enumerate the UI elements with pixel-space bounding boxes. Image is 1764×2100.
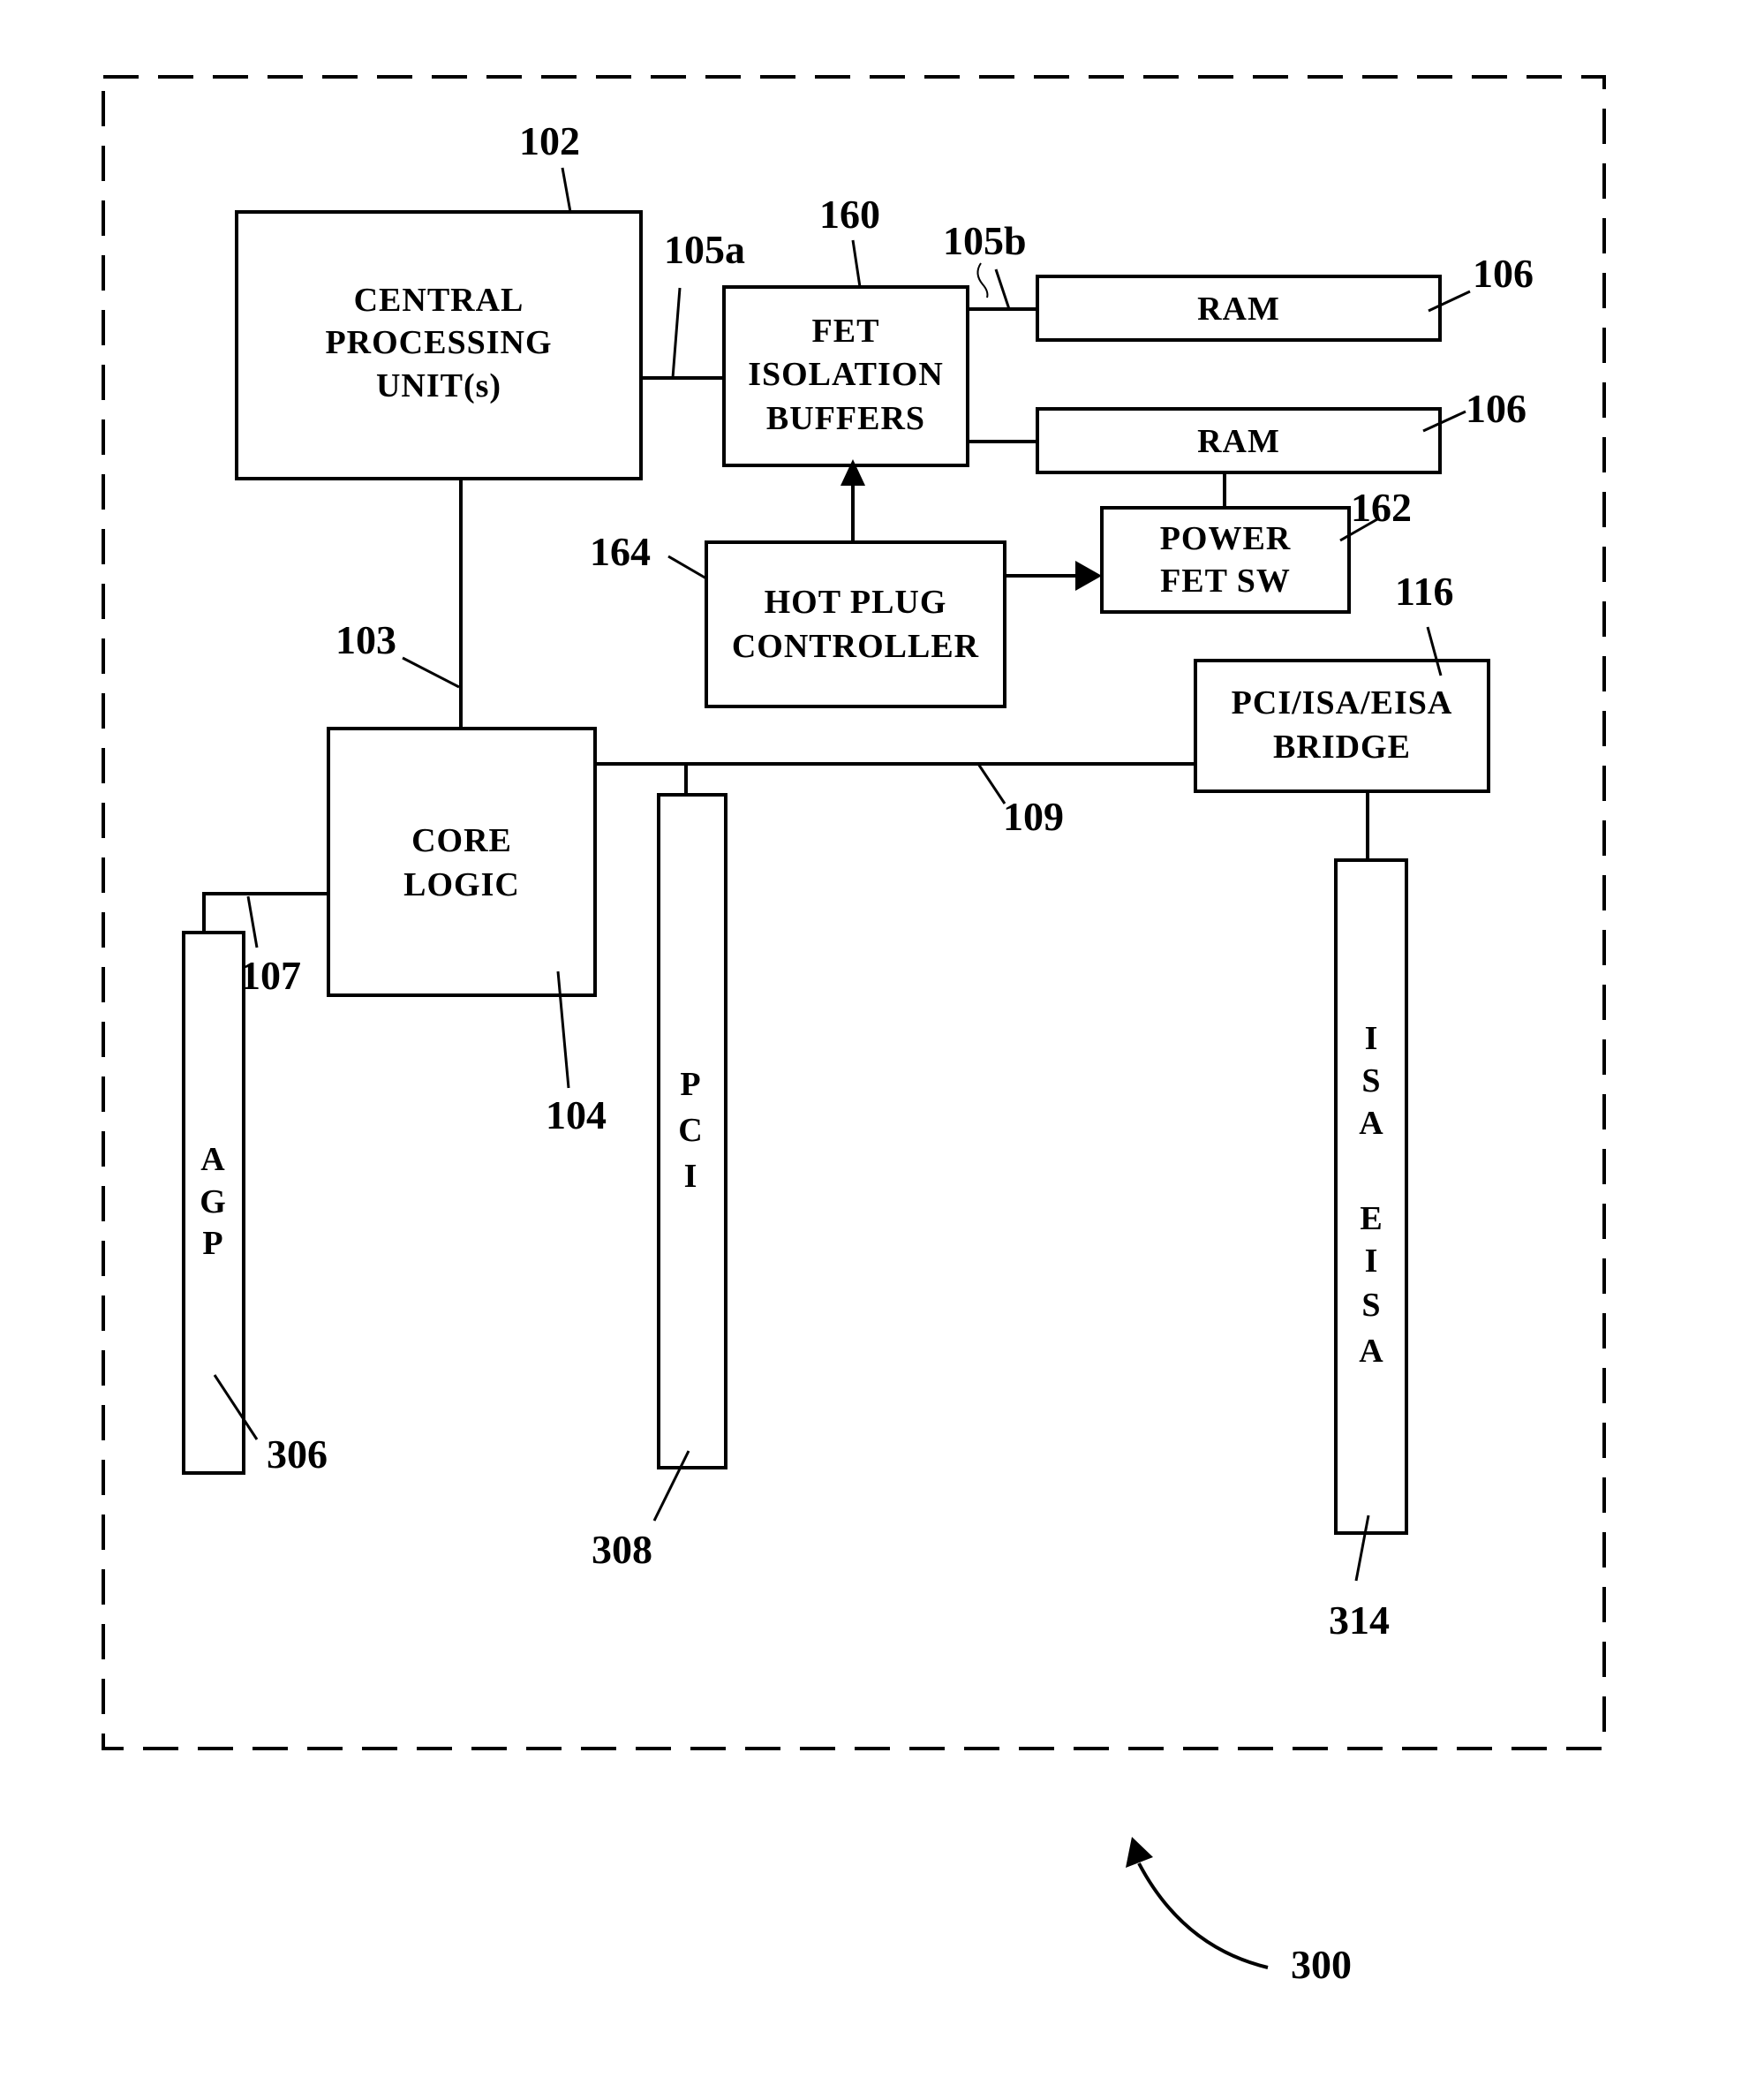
cpu-leader [561,167,572,213]
host-bus-a-leader [671,287,682,379]
isa-slot-letter-3: A [1359,1105,1383,1142]
ram2-ref: 106 [1466,386,1527,431]
isa-slot-letter-2: S [1361,1062,1380,1099]
host-bus-b-squiggle [976,262,989,298]
isa-slot-letter-8: A [1359,1333,1383,1370]
bridge-label-line1: PCI/ISA/EISA [1232,684,1453,721]
cpu-label-line1: CENTRAL [354,282,524,319]
fet-leader [851,239,862,288]
isa-slot-letter-1: I [1365,1020,1378,1057]
power-fet-label-line2: FET SW [1160,563,1291,600]
hot-plug-controller-block: HOT PLUG CONTROLLER [705,540,1006,708]
ram-block-1: RAM [1036,275,1442,342]
core-logic-block: CORE LOGIC [327,727,597,997]
host-bus-b-leader [994,268,1011,310]
pci-bus-leader [976,763,1006,804]
fet-label-line2: ISOLATION [748,356,944,393]
pci-bus-ref: 109 [1003,794,1064,839]
cpu-block: CENTRAL PROCESSING UNIT(s) [235,210,643,480]
agp-bus [202,892,328,933]
pci-slot: P C I [657,793,727,1469]
isa-slot-letter-6: I [1365,1243,1378,1280]
ram1-ref: 106 [1473,251,1534,296]
agp-bus-ref: 107 [240,953,301,998]
agp-slot-letter-2: G [200,1183,226,1220]
cpu-ref: 102 [519,118,580,163]
cpu-label-line2: PROCESSING [325,324,552,361]
fet-label-line1: FET [812,313,880,350]
host-bus-b-ref: 105b [943,218,1027,263]
host-bus-a-ref: 105a [664,227,745,272]
core-logic-ref: 104 [546,1092,607,1137]
isa-slot-letter-7: S [1361,1287,1380,1324]
pci-slot-letter-3: I [684,1158,697,1195]
fet-ref: 160 [819,192,880,237]
cpu-core-bus-leader [402,656,460,689]
pci-slot-letter-2: C [678,1112,702,1149]
isa-slot-ref: 314 [1329,1598,1390,1643]
power-fet-label-line1: POWER [1160,520,1292,557]
agp-slot: A G P [182,931,245,1475]
cpu-core-bus-ref: 103 [335,617,396,662]
hot-plug-ref: 164 [590,529,651,574]
power-fet-ref: 162 [1351,485,1412,530]
pci-slot-ref: 308 [592,1527,652,1572]
arrow-right-icon [1075,561,1102,591]
isa-slot-letter-5: E [1360,1200,1382,1237]
figure-ref: 300 [1291,1942,1352,1987]
hot-plug-label-line1: HOT PLUG [765,584,947,621]
bridge-label-line2: BRIDGE [1273,729,1411,766]
agp-slot-letter-3: P [202,1225,222,1262]
fet-isolation-buffers-block: FET ISOLATION BUFFERS [722,285,969,467]
agp-bus-leader [246,895,259,948]
core-logic-label-line1: CORE [411,822,512,859]
isa-eisa-slot: I S A E I S A [1334,858,1408,1535]
hot-plug-label-line2: CONTROLLER [732,628,979,665]
bridge-ref: 116 [1395,569,1453,614]
agp-slot-letter-1: A [200,1141,225,1178]
core-logic-label-line2: LOGIC [403,866,520,903]
ram2-label: RAM [1197,423,1280,460]
hot-plug-leader [667,555,707,580]
agp-slot-ref: 306 [267,1431,328,1477]
fet-label-line3: BUFFERS [766,400,925,437]
ram-block-2: RAM [1036,407,1442,474]
cpu-label-line3: UNIT(s) [376,367,501,404]
figure-ref-arrow-line [1137,1862,1269,1969]
block-diagram: CENTRAL PROCESSING UNIT(s) 102 105a FET … [102,75,1606,1987]
power-fet-switch-block: POWER FET SW [1100,506,1351,614]
pci-isa-eisa-bridge-block: PCI/ISA/EISA BRIDGE [1194,659,1490,793]
ram1-label: RAM [1197,291,1280,328]
pci-slot-letter-1: P [680,1066,700,1103]
